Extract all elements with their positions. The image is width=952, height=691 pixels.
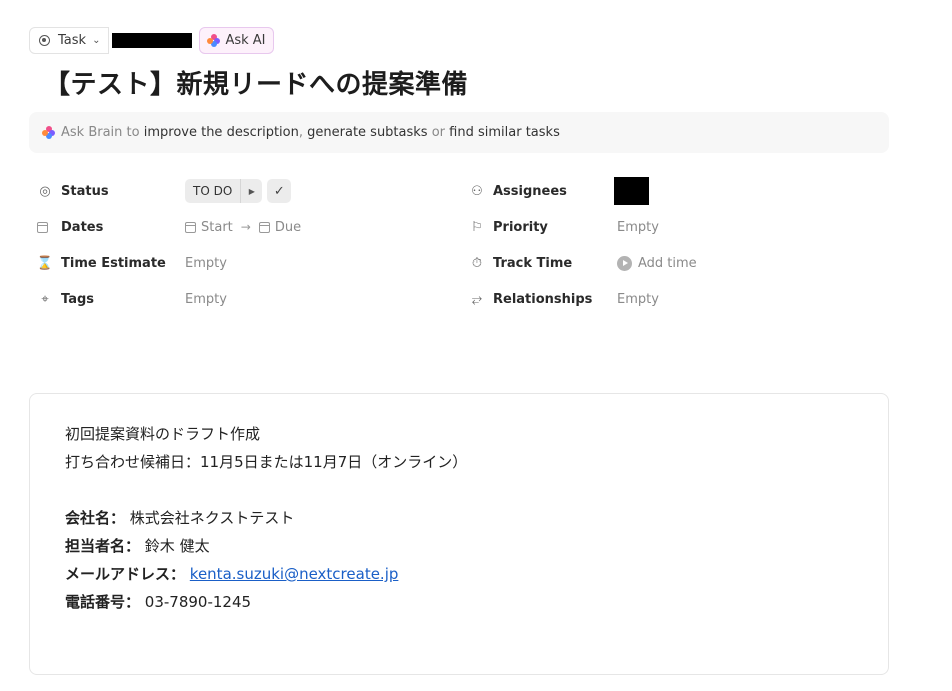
chevron-down-icon: ⌄: [92, 35, 101, 46]
dates-field-label: Dates: [37, 215, 103, 239]
due-date-button[interactable]: Due: [258, 220, 301, 235]
relationships-field-label: ⥂ Relationships: [469, 287, 593, 311]
start-date-button[interactable]: Start: [185, 220, 233, 235]
user-icon: ⚇: [471, 183, 483, 199]
description-content: 初回提案資料のドラフト作成 打ち合わせ候補日：11月5日または11月7日（オンラ…: [65, 420, 467, 616]
description-line: 打ち合わせ候補日：11月5日または11月7日（オンライン）: [65, 453, 468, 471]
priority-field-label: ⚐ Priority: [469, 215, 548, 239]
brain-sep-or: or: [431, 125, 446, 140]
ask-ai-button[interactable]: Ask AI: [199, 27, 274, 54]
phone-row: 電話番号： 03-7890-1245: [65, 588, 467, 616]
add-time-button[interactable]: Add time: [617, 251, 697, 275]
tag-icon: ⌖: [41, 291, 49, 307]
contact-key: 担当者名：: [65, 537, 141, 555]
contact-value: 鈴木 健太: [144, 537, 210, 555]
time-estimate-value[interactable]: Empty: [185, 251, 227, 275]
start-calendar-icon: [185, 221, 196, 233]
redacted-breadcrumb: [112, 33, 193, 48]
brain-prefix: Ask Brain to: [61, 125, 140, 140]
check-icon: ✓: [273, 183, 285, 199]
company-row: 会社名： 株式会社ネクストテスト: [65, 504, 467, 532]
description-line: 初回提案資料のドラフト作成: [65, 425, 261, 443]
task-title[interactable]: 【テスト】新規リードへの提案準備: [44, 64, 468, 101]
phone-key: 電話番号：: [65, 593, 141, 611]
task-type-icon: [39, 35, 50, 46]
calendar-icon: [37, 219, 53, 235]
brain-sep-comma: ,: [298, 125, 303, 140]
task-header-bar: Task ⌄ Ask AI: [29, 27, 274, 54]
email-link[interactable]: kenta.suzuki@nextcreate.jp: [190, 565, 399, 583]
status-icon: ◎: [39, 183, 51, 199]
find-similar-tasks-link[interactable]: find similar tasks: [449, 125, 560, 140]
ai-sparkle-icon: [207, 34, 221, 47]
assignees-field-label: ⚇ Assignees: [469, 179, 567, 203]
phone-value: 03-7890-1245: [144, 593, 252, 611]
ask-ai-label: Ask AI: [225, 33, 266, 48]
mark-complete-button[interactable]: ✓: [267, 179, 292, 203]
tags-value[interactable]: Empty: [185, 287, 227, 311]
description-blank-line: [65, 476, 467, 504]
status-next-button[interactable]: ▶: [240, 179, 263, 203]
tags-field-label: ⌖ Tags: [37, 287, 94, 311]
generate-subtasks-link[interactable]: generate subtasks: [307, 125, 427, 140]
arrow-right-icon: →: [240, 220, 251, 234]
status-pill: TO DO ▶ ✓: [185, 179, 292, 203]
relationships-value[interactable]: Empty: [617, 287, 659, 311]
status-select-button[interactable]: TO DO: [185, 179, 241, 203]
assignee-avatar-redacted[interactable]: [614, 177, 649, 205]
priority-value[interactable]: Empty: [617, 215, 659, 239]
assignees-value[interactable]: [614, 177, 649, 205]
description-editor[interactable]: 初回提案資料のドラフト作成 打ち合わせ候補日：11月5日または11月7日（オンラ…: [29, 393, 889, 675]
contact-row: 担当者名： 鈴木 健太: [65, 532, 467, 560]
task-type-label: Task: [58, 33, 87, 48]
relationship-icon: ⥂: [471, 291, 483, 307]
caret-right-icon: ▶: [248, 186, 255, 196]
task-type-dropdown[interactable]: Task ⌄: [29, 27, 110, 54]
hourglass-icon: ⌛: [36, 255, 54, 271]
status-value: TO DO ▶ ✓: [185, 179, 292, 203]
email-key: メールアドレス：: [65, 565, 186, 583]
dates-value: Start → Due: [185, 215, 301, 239]
improve-description-link[interactable]: improve the description: [144, 125, 299, 140]
due-calendar-icon: [258, 221, 270, 233]
status-field-label: ◎ Status: [37, 179, 108, 203]
ask-brain-bar: Ask Brain to improve the description , g…: [29, 112, 889, 153]
company-key: 会社名：: [65, 509, 126, 527]
play-icon: [617, 255, 632, 271]
timer-icon: ⏱: [471, 255, 483, 271]
email-row: メールアドレス： kenta.suzuki@nextcreate.jp: [65, 560, 467, 588]
time-estimate-field-label: ⌛ Time Estimate: [36, 255, 166, 271]
flag-icon: ⚐: [471, 219, 483, 235]
track-time-field-label: ⏱ Track Time: [469, 251, 572, 275]
company-value: 株式会社ネクストテスト: [129, 509, 295, 527]
brain-sparkle-icon: [42, 126, 55, 139]
